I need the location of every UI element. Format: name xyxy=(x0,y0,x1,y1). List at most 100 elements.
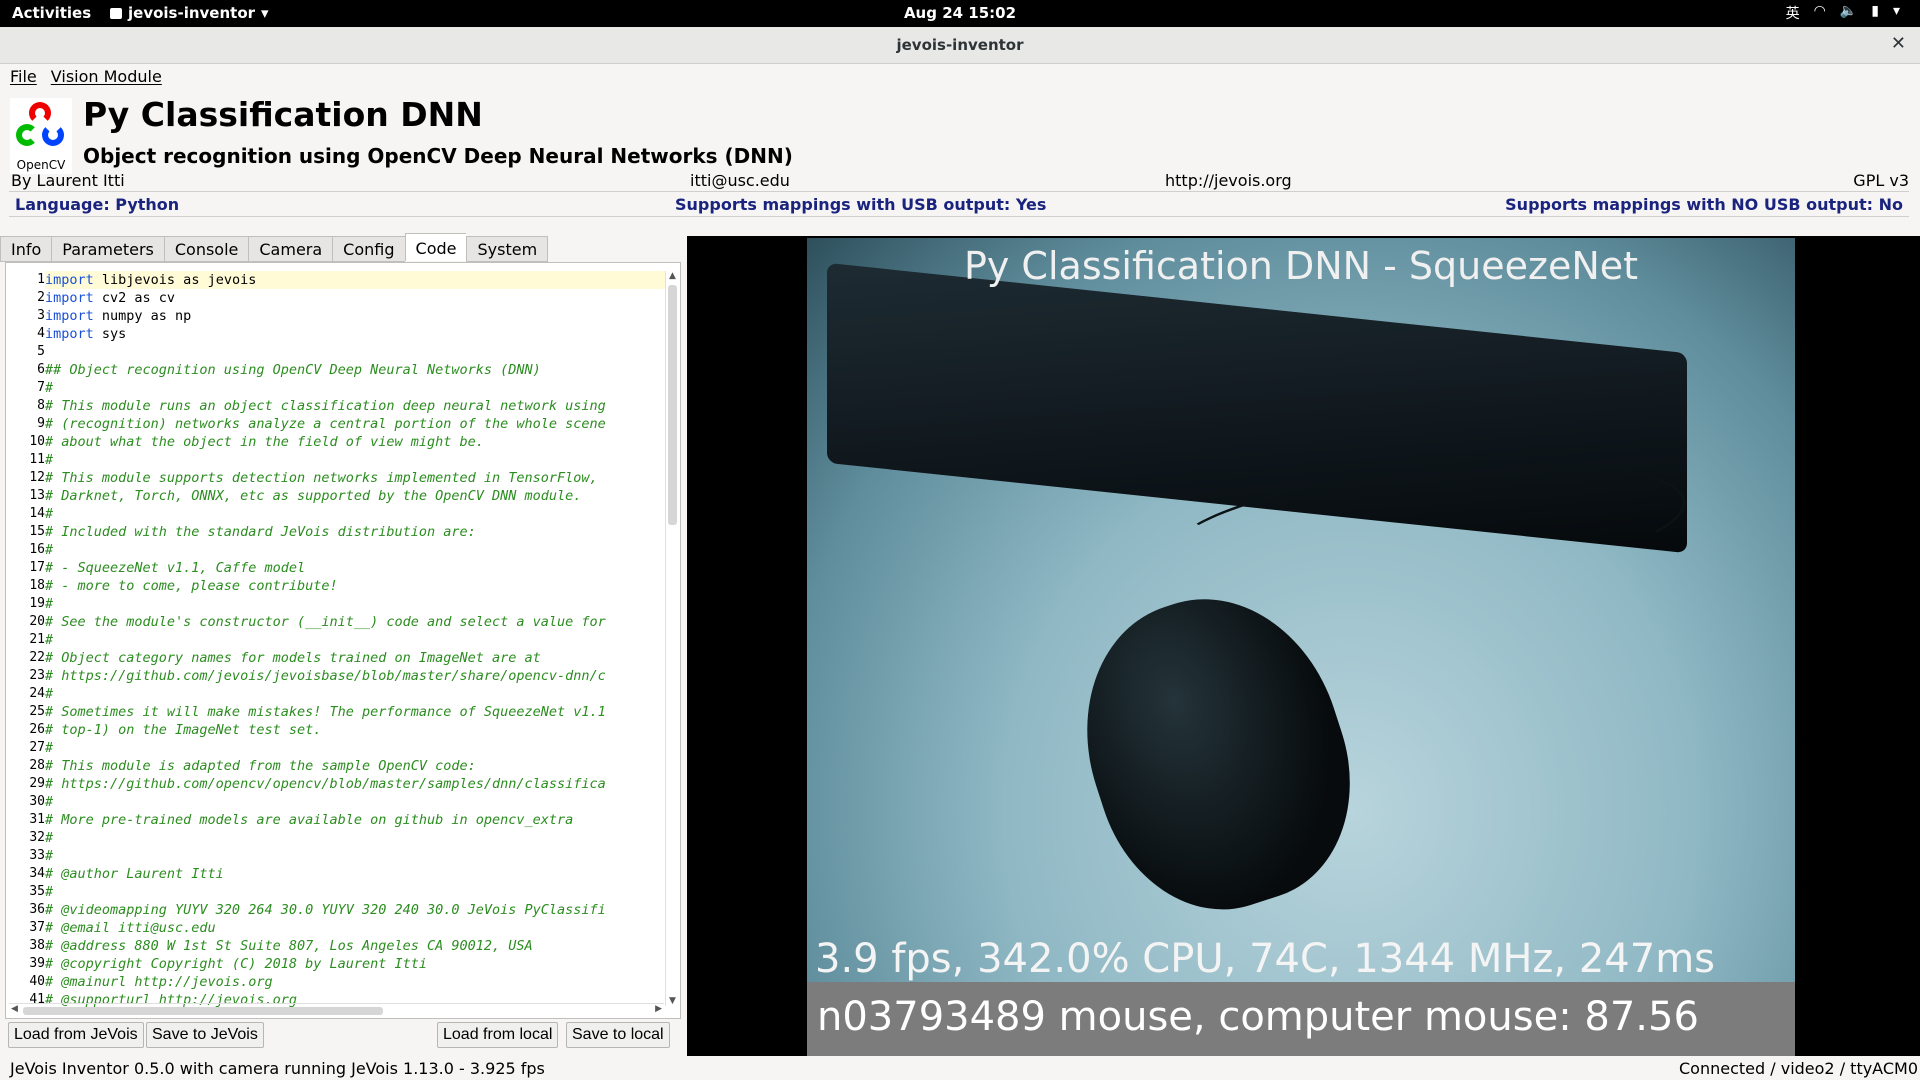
wifi-icon: ◠ xyxy=(1813,3,1826,19)
scroll-down-icon[interactable]: ▼ xyxy=(666,996,679,1006)
line-number: 1 xyxy=(37,272,45,287)
code-line[interactable]: # Included with the standard JeVois dist… xyxy=(45,523,665,541)
tab-system[interactable]: System xyxy=(466,236,549,262)
code-line[interactable]: ## Object recognition using OpenCV Deep … xyxy=(45,361,665,379)
code-line[interactable]: # xyxy=(45,379,665,397)
line-number: 12 xyxy=(29,470,45,485)
nousb-support-label: Supports mappings with NO USB output: No xyxy=(1505,195,1903,214)
code-line[interactable]: # top-1) on the ImageNet test set. xyxy=(45,721,665,739)
line-number: 32 xyxy=(29,830,45,845)
code-line[interactable]: # @videomapping YUYV 320 264 30.0 YUYV 3… xyxy=(45,901,665,919)
line-number: 10 xyxy=(29,434,45,449)
code-line[interactable]: # @author Laurent Itti xyxy=(45,865,665,883)
code-line[interactable]: # See the module's constructor (__init__… xyxy=(45,613,665,631)
usb-support-label: Supports mappings with USB output: Yes xyxy=(675,195,1047,214)
horizontal-scrollbar[interactable]: ◀ ▶ xyxy=(9,1003,664,1016)
code-line[interactable]: # xyxy=(45,631,665,649)
line-number: 5 xyxy=(37,344,45,359)
scroll-up-icon[interactable]: ▲ xyxy=(666,271,679,281)
code-line[interactable]: import sys xyxy=(45,325,665,343)
code-editor[interactable]: 1 2 3 4 5 6 7 8 9 10 11 12 13 14 15 16 17 18 19 20 21 22 23 24 2… xyxy=(5,262,681,1019)
code-line[interactable]: # @copyright Copyright (C) 2018 by Laure… xyxy=(45,955,665,973)
scroll-left-icon[interactable]: ◀ xyxy=(11,1004,18,1014)
window-titlebar: jevois-inventor ✕ xyxy=(0,27,1920,64)
module-website: http://jevois.org xyxy=(1165,171,1292,190)
tab-console[interactable]: Console xyxy=(163,236,249,262)
line-number: 4 xyxy=(37,326,45,341)
clock[interactable]: Aug 24 15:02 xyxy=(0,4,1920,22)
code-line[interactable]: # xyxy=(45,883,665,901)
code-line[interactable]: # https://github.com/opencv/opencv/blob/… xyxy=(45,775,665,793)
volume-icon: 🔈 xyxy=(1839,3,1858,19)
line-number: 19 xyxy=(29,596,45,611)
code-line[interactable]: # xyxy=(45,829,665,847)
module-author: By Laurent Itti xyxy=(11,171,125,190)
code-line[interactable]: # This module supports detection network… xyxy=(45,469,665,487)
code-line[interactable]: # This module runs an object classificat… xyxy=(45,397,665,415)
vertical-scrollbar[interactable]: ▲ ▼ xyxy=(665,271,678,1006)
line-number: 36 xyxy=(29,902,45,917)
code-line[interactable]: # xyxy=(45,595,665,613)
window-title: jevois-inventor xyxy=(896,36,1024,54)
code-line[interactable]: import numpy as np xyxy=(45,307,665,325)
line-number: 26 xyxy=(29,722,45,737)
code-line[interactable]: # - SqueezeNet v1.1, Caffe model xyxy=(45,559,665,577)
tab-code[interactable]: Code xyxy=(404,233,467,261)
code-line[interactable]: # xyxy=(45,739,665,757)
system-tray[interactable]: 英 ◠ 🔈 ▮ ▾ xyxy=(1786,3,1900,23)
save-to-jevois-button[interactable]: Save to JeVois xyxy=(146,1022,264,1048)
system-top-bar: Activities jevois-inventor ▾ Aug 24 15:0… xyxy=(0,0,1920,27)
code-line[interactable] xyxy=(45,343,665,361)
menu-file[interactable]: File xyxy=(10,67,37,90)
line-number: 18 xyxy=(29,578,45,593)
menu-vision-module[interactable]: Vision Module xyxy=(51,67,162,90)
tab-config[interactable]: Config xyxy=(332,236,405,262)
code-line[interactable]: # (recognition) networks analyze a centr… xyxy=(45,415,665,433)
tab-camera[interactable]: Camera xyxy=(248,236,333,262)
scrollbar-thumb[interactable] xyxy=(23,1007,383,1015)
line-number: 29 xyxy=(29,776,45,791)
line-number: 24 xyxy=(29,686,45,701)
input-method-indicator[interactable]: 英 xyxy=(1786,3,1800,23)
code-line[interactable]: # xyxy=(45,847,665,865)
tab-parameters[interactable]: Parameters xyxy=(51,236,164,262)
load-from-jevois-button[interactable]: Load from JeVois xyxy=(8,1022,144,1048)
code-line[interactable]: # xyxy=(45,685,665,703)
code-line[interactable]: # xyxy=(45,451,665,469)
code-text[interactable]: import libjevois as jevois import cv2 as … xyxy=(45,271,665,1009)
code-line[interactable]: # https://github.com/jevois/jevoisbase/b… xyxy=(45,667,665,685)
code-line[interactable]: # xyxy=(45,505,665,523)
code-line[interactable]: # xyxy=(45,793,665,811)
line-number: 17 xyxy=(29,560,45,575)
code-line[interactable]: # More pre-trained models are available … xyxy=(45,811,665,829)
line-number: 39 xyxy=(29,956,45,971)
code-line[interactable]: # This module is adapted from the sample… xyxy=(45,757,665,775)
line-number: 35 xyxy=(29,884,45,899)
code-line[interactable]: # - more to come, please contribute! xyxy=(45,577,665,595)
save-to-local-button[interactable]: Save to local xyxy=(566,1022,670,1048)
code-line[interactable]: # Darknet, Torch, ONNX, etc as supported… xyxy=(45,487,665,505)
load-from-local-button[interactable]: Load from local xyxy=(437,1022,559,1048)
line-number: 8 xyxy=(37,398,45,413)
module-email: itti@usc.edu xyxy=(690,171,790,190)
code-line[interactable]: # xyxy=(45,541,665,559)
line-number: 15 xyxy=(29,524,45,539)
tab-info[interactable]: Info xyxy=(0,236,52,262)
close-icon[interactable]: ✕ xyxy=(1891,33,1906,54)
scroll-right-icon[interactable]: ▶ xyxy=(655,1004,662,1014)
code-line[interactable]: # @email itti@usc.edu xyxy=(45,919,665,937)
module-info-bar: Language: Python Supports mappings with … xyxy=(9,191,1909,217)
code-line[interactable]: # @address 880 W 1st St Suite 807, Los A… xyxy=(45,937,665,955)
chevron-down-icon: ▾ xyxy=(1892,3,1900,19)
classification-result-bar: n03793489 mouse, computer mouse: 87.56 xyxy=(807,982,1795,1056)
code-line[interactable]: import libjevois as jevois xyxy=(45,271,665,289)
line-number: 25 xyxy=(29,704,45,719)
scrollbar-thumb[interactable] xyxy=(668,285,677,525)
line-number: 30 xyxy=(29,794,45,809)
code-line[interactable]: import cv2 as cv xyxy=(45,289,665,307)
code-line[interactable]: # Sometimes it will make mistakes! The p… xyxy=(45,703,665,721)
code-line[interactable]: # @mainurl http://jevois.org xyxy=(45,973,665,991)
code-line[interactable]: # about what the object in the field of … xyxy=(45,433,665,451)
code-line[interactable]: # Object category names for models train… xyxy=(45,649,665,667)
line-number: 40 xyxy=(29,974,45,989)
